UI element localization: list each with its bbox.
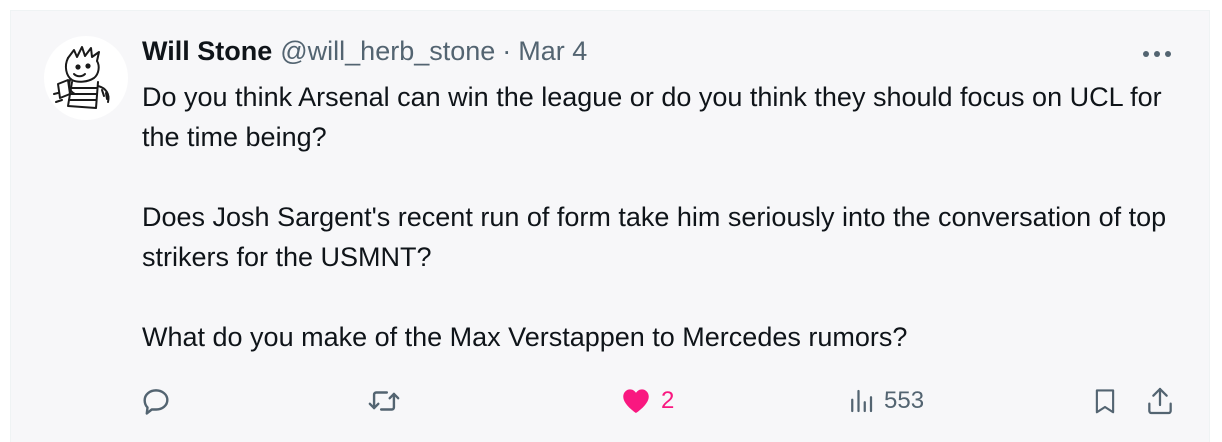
- retweet-button[interactable]: [366, 383, 402, 419]
- tweet-paragraph: Do you think Arsenal can win the league …: [142, 82, 1162, 152]
- tweet-card[interactable]: Will Stone @will_herb_stone · Mar 4 Do y…: [10, 10, 1210, 442]
- share-button[interactable]: [1144, 383, 1176, 419]
- views-icon: [851, 389, 873, 413]
- heart-icon: [623, 389, 649, 414]
- action-bar: 2 553: [11, 383, 1211, 419]
- cartoon-avatar-icon: [53, 46, 110, 109]
- tweet-text: Do you think Arsenal can win the league …: [142, 77, 1182, 357]
- avatar[interactable]: [44, 36, 128, 120]
- like-button[interactable]: 2: [619, 383, 674, 419]
- reply-button[interactable]: [139, 383, 173, 419]
- author-handle[interactable]: @will_herb_stone: [280, 36, 495, 67]
- tweet-date[interactable]: Mar 4: [518, 36, 587, 67]
- reply-icon: [143, 389, 169, 415]
- more-icon: [1143, 51, 1171, 57]
- more-options-button[interactable]: [1137, 39, 1177, 69]
- bookmark-button[interactable]: [1090, 383, 1120, 419]
- views-button[interactable]: 553: [846, 383, 924, 419]
- tweet-paragraph: Does Josh Sargent's recent run of form t…: [142, 202, 1167, 272]
- header-separator: ·: [502, 35, 512, 66]
- tweet-header: Will Stone @will_herb_stone · Mar 4: [142, 33, 587, 69]
- bookmark-icon: [1095, 389, 1115, 414]
- retweet-icon: [368, 391, 400, 411]
- views-count: 553: [884, 387, 925, 414]
- author-name[interactable]: Will Stone: [142, 36, 272, 67]
- like-count: 2: [661, 387, 675, 414]
- tweet-paragraph: What do you make of the Max Verstappen t…: [142, 322, 908, 352]
- share-icon: [1148, 387, 1172, 415]
